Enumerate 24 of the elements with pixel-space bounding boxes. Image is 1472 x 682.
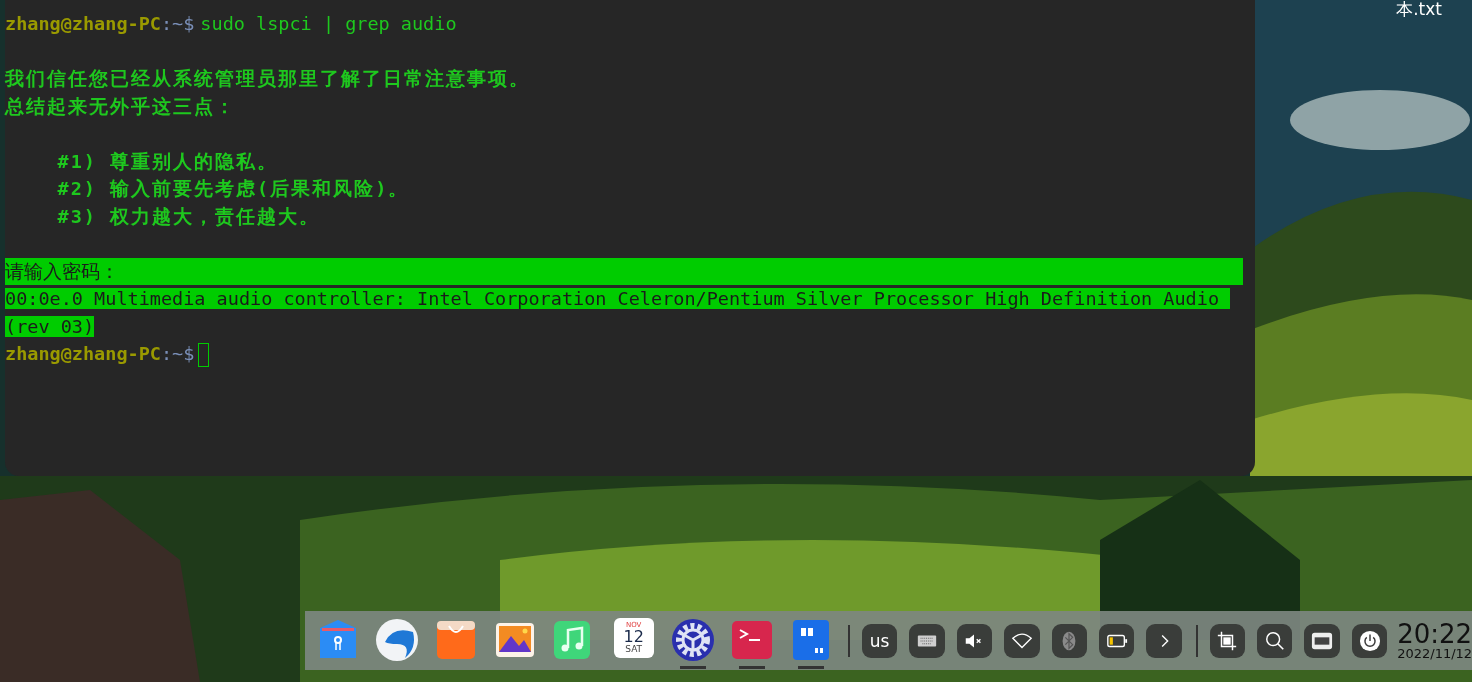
command-text: sudo lspci | grep audio [200,13,457,34]
settings-icon[interactable] [670,618,715,662]
terminal-text: 总结起来无外乎这三点： [5,95,236,117]
keyboard-layout-button[interactable]: us [861,623,898,658]
running-indicator [739,666,766,669]
power-icon[interactable] [1358,629,1381,652]
prompt-user: zhang@zhang-PC [5,343,161,364]
prompt-path: :~$ [160,13,195,34]
running-indicator [679,666,706,669]
terminal-text: #3) 权力越大，责任越大。 [56,205,321,227]
crop-icon[interactable] [1216,629,1239,652]
prompt-user: zhang@zhang-PC [5,13,161,34]
wave-icon[interactable] [374,618,419,662]
terminal-text: #1) 尊重别人的隐私。 [56,150,279,172]
clock-date: 2022/11/12 [1397,647,1472,660]
prompt-path: :~$ [160,343,195,364]
selected-text: 请输入密码： [5,257,1243,285]
terminal-icon[interactable] [730,618,775,662]
search-icon[interactable] [1263,629,1286,652]
terminal-text: #2) 输入前要先考虑(后果和风险)。 [56,178,410,199]
running-indicator [798,666,825,669]
terminal-text: 我们信任您已经从系统管理员那里了解了日常注意事项。 [5,68,530,89]
clock-time: 20:22 [1397,621,1472,647]
file-label[interactable]: 本.txt [1396,0,1442,21]
